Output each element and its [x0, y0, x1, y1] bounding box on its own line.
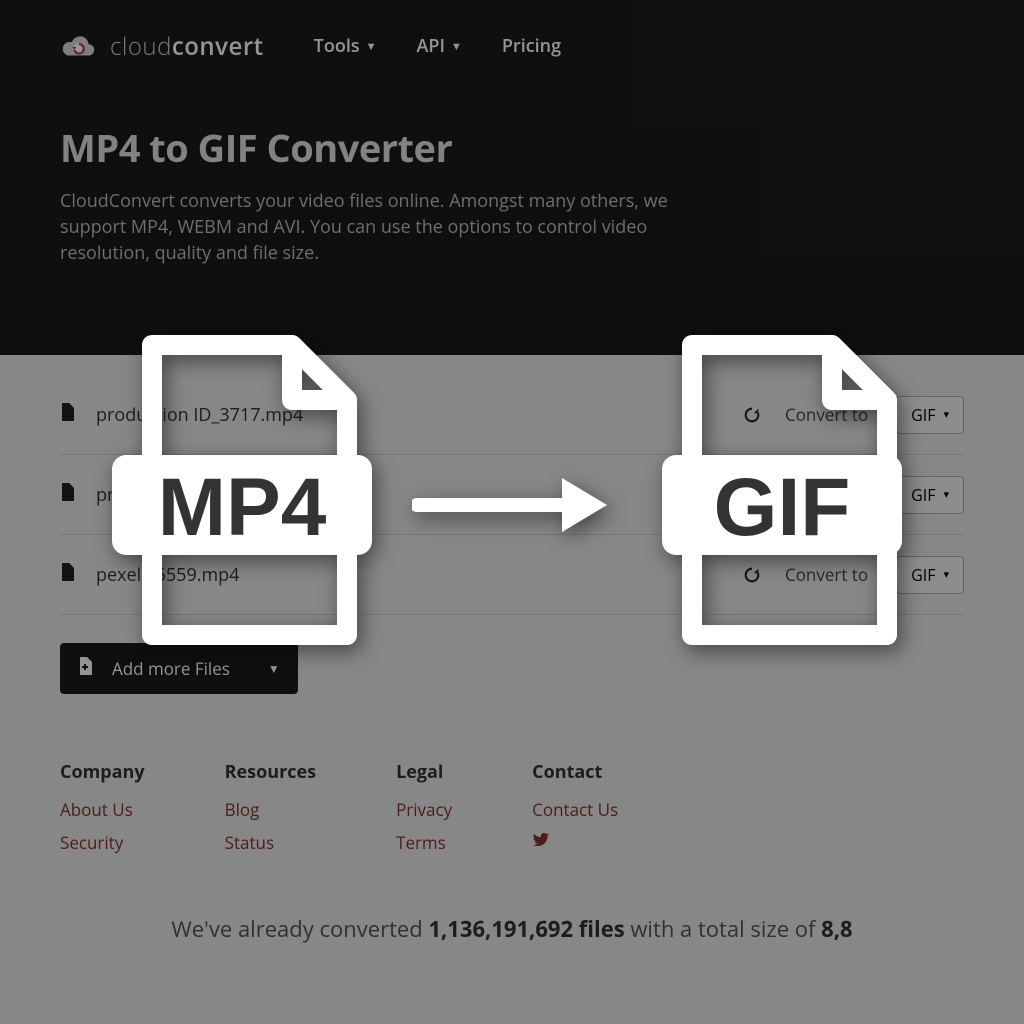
- brand-logo[interactable]: cloudconvert: [60, 30, 264, 63]
- nav-api[interactable]: API ▼: [417, 34, 462, 58]
- nav-api-label: API: [417, 34, 445, 58]
- footer-link-status[interactable]: Status: [225, 831, 316, 854]
- footer-link-privacy[interactable]: Privacy: [396, 798, 452, 821]
- format-select[interactable]: GIF ▾: [896, 556, 964, 594]
- chevron-down-icon: ▼: [451, 39, 462, 54]
- nav-pricing[interactable]: Pricing: [502, 34, 561, 58]
- footer-heading: Legal: [396, 760, 452, 784]
- footer-link-terms[interactable]: Terms: [396, 831, 452, 854]
- format-value: GIF: [911, 404, 935, 426]
- footer-heading: Company: [60, 760, 145, 784]
- footer-link-blog[interactable]: Blog: [225, 798, 316, 821]
- add-more-label: Add more Files: [112, 657, 230, 680]
- footer-link-twitter[interactable]: [532, 831, 618, 854]
- file-row: production ID_1107.mp4 Convert to GIF ▾: [60, 455, 964, 535]
- footer-col-contact: Contact Contact Us: [532, 760, 618, 864]
- nav-tools[interactable]: Tools ▼: [314, 34, 377, 58]
- convert-to-label: Convert to: [785, 483, 868, 506]
- footer-col-company: Company About Us Security: [60, 760, 145, 864]
- chevron-down-icon: ▾: [943, 567, 949, 582]
- nav-pricing-label: Pricing: [502, 34, 561, 58]
- footer-link-about[interactable]: About Us: [60, 798, 145, 821]
- chevron-down-icon: ▾: [943, 487, 949, 502]
- file-name: pexels-5559.mp4: [96, 563, 723, 587]
- nav-items: Tools ▼ API ▼ Pricing: [314, 34, 561, 58]
- format-select[interactable]: GIF ▾: [896, 476, 964, 514]
- refresh-icon[interactable]: [743, 486, 761, 504]
- twitter-icon: [532, 831, 550, 849]
- footer-heading: Contact: [532, 760, 618, 784]
- convert-to-label: Convert to: [785, 563, 868, 586]
- brand-text: cloudconvert: [110, 30, 264, 63]
- stats-count: 1,136,191,692 files: [428, 914, 624, 944]
- stats-line: We've already converted 1,136,191,692 fi…: [0, 914, 1024, 944]
- convert-to-label: Convert to: [785, 403, 868, 426]
- file-row: pexels-5559.mp4 Convert to GIF ▾: [60, 535, 964, 615]
- chevron-down-icon: ▾: [943, 407, 949, 422]
- stats-mid: with a total size of: [625, 914, 822, 944]
- hero-body: MP4 to GIF Converter CloudConvert conver…: [0, 72, 780, 266]
- file-icon: [60, 563, 76, 586]
- file-list: production ID_3717.mp4 Convert to GIF ▾ …: [0, 355, 1024, 724]
- file-name: production ID_3717.mp4: [96, 403, 723, 427]
- cloud-icon: [60, 32, 98, 60]
- file-row: production ID_3717.mp4 Convert to GIF ▾: [60, 375, 964, 455]
- page-description: CloudConvert converts your video files o…: [60, 188, 720, 266]
- add-more-files-button[interactable]: Add more Files ▼: [60, 643, 298, 694]
- format-select[interactable]: GIF ▾: [896, 396, 964, 434]
- footer: Company About Us Security Resources Blog…: [0, 724, 1024, 864]
- footer-link-contact[interactable]: Contact Us: [532, 798, 618, 821]
- footer-link-security[interactable]: Security: [60, 831, 145, 854]
- footer-col-resources: Resources Blog Status: [225, 760, 316, 864]
- format-value: GIF: [911, 484, 935, 506]
- file-name: production ID_1107.mp4: [96, 483, 723, 507]
- refresh-icon[interactable]: [743, 566, 761, 584]
- chevron-down-icon: ▼: [366, 39, 377, 54]
- file-icon: [60, 483, 76, 506]
- file-icon: [60, 403, 76, 426]
- footer-heading: Resources: [225, 760, 316, 784]
- top-nav: cloudconvert Tools ▼ API ▼ Pricing: [0, 0, 1024, 72]
- format-value: GIF: [911, 564, 935, 586]
- stats-size: 8,8: [821, 914, 852, 944]
- chevron-down-icon: ▼: [268, 660, 280, 677]
- refresh-icon[interactable]: [743, 406, 761, 424]
- page-title: MP4 to GIF Converter: [60, 122, 720, 174]
- file-plus-icon: [78, 657, 94, 680]
- stats-prefix: We've already converted: [171, 914, 428, 944]
- nav-tools-label: Tools: [314, 34, 360, 58]
- hero-section: cloudconvert Tools ▼ API ▼ Pricing MP4 t…: [0, 0, 1024, 355]
- footer-col-legal: Legal Privacy Terms: [396, 760, 452, 864]
